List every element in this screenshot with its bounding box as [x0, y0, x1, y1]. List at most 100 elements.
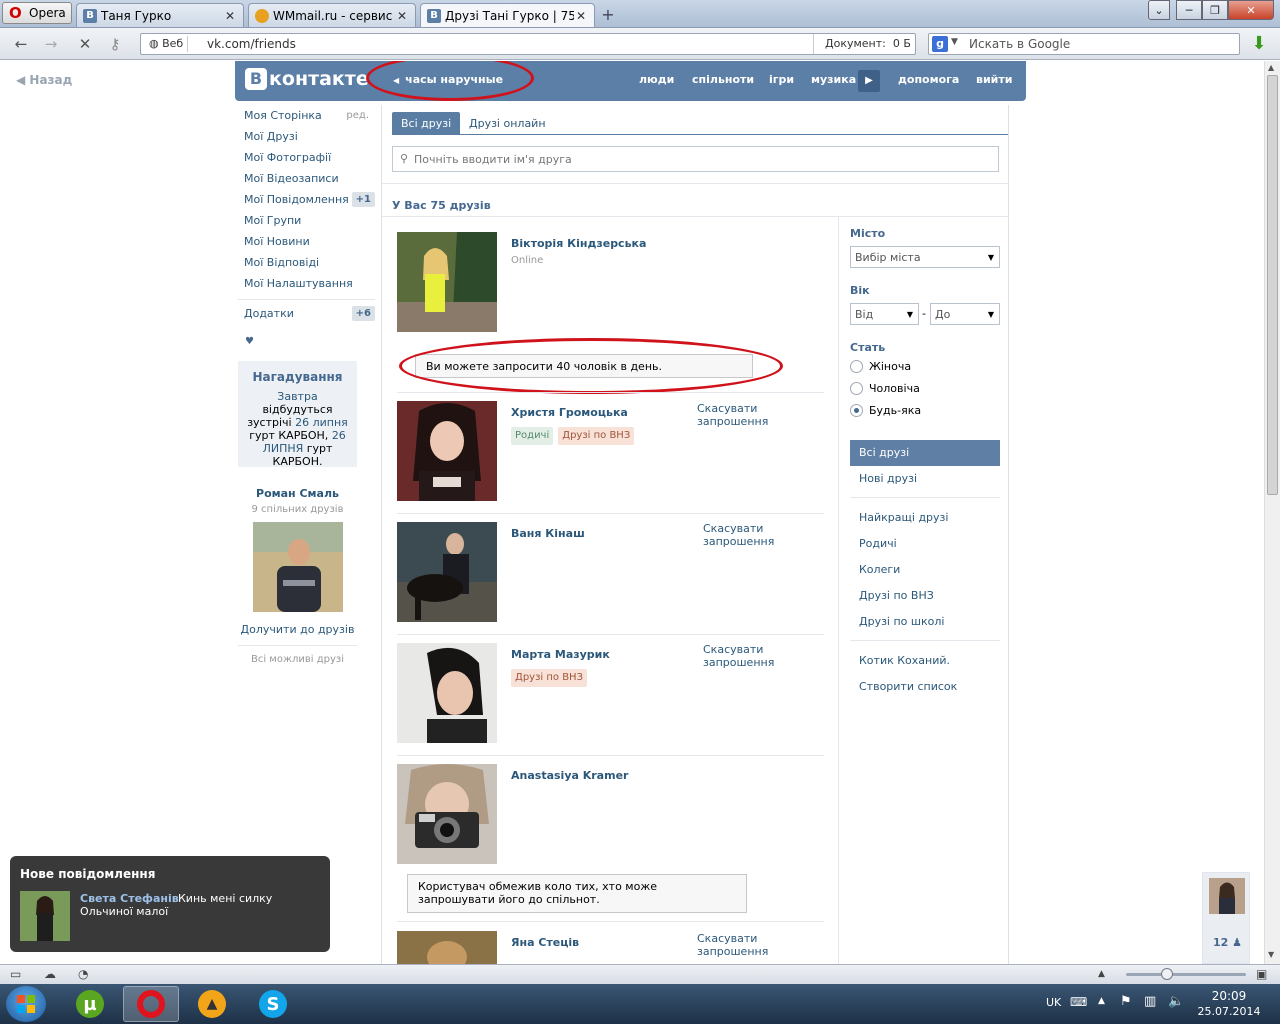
friend-name[interactable]: Ваня Кінаш	[511, 527, 585, 540]
network-icon[interactable]: ▥	[1144, 994, 1156, 1009]
reminder-when-link[interactable]: Завтра	[277, 390, 317, 403]
minimize-icon[interactable]: ─	[1176, 0, 1202, 20]
menu-communities[interactable]: спільноти	[692, 73, 754, 86]
restore-icon[interactable]: ❐	[1202, 0, 1228, 20]
browser-tab-tanya[interactable]: В Таня Гурко ✕	[76, 3, 244, 27]
nav-my-videos[interactable]: Мої Відеозаписи	[238, 168, 375, 189]
new-tab-plus-icon[interactable]: +	[598, 5, 618, 24]
browser-tab-wmmail[interactable]: WMmail.ru - сервис п... ✕	[248, 3, 416, 27]
menu-people[interactable]: люди	[639, 73, 674, 86]
address-field[interactable]: ◍ Веб vk.com/friends Документ: 0 Б	[140, 33, 916, 55]
back-arrow-icon[interactable]: ←	[10, 34, 32, 54]
nav-my-news[interactable]: Мої Новини	[238, 231, 375, 252]
play-icon[interactable]: ▶	[858, 70, 880, 92]
friend-photo[interactable]	[397, 232, 497, 332]
nav-my-groups[interactable]: Мої Групи	[238, 210, 375, 231]
add-friend-link[interactable]: Долучити до друзів	[238, 623, 357, 636]
menu-help[interactable]: допомога	[898, 73, 959, 86]
friend-photo[interactable]	[397, 522, 497, 622]
tab-close-icon[interactable]: ✕	[395, 9, 409, 23]
sex-any-radio[interactable]: Будь-яка	[850, 404, 921, 417]
list-school-friends[interactable]: Друзі по школі	[850, 609, 1000, 635]
edit-link[interactable]: ред.	[346, 105, 369, 126]
volume-icon[interactable]: 🔈	[1168, 994, 1184, 1009]
friend-photo[interactable]	[397, 764, 497, 864]
web-badge[interactable]: ◍ Веб	[145, 36, 189, 52]
triangle-up-icon[interactable]: ▲	[1098, 969, 1105, 979]
list-relatives[interactable]: Родичі	[850, 531, 1000, 557]
vk-logo[interactable]: В контакте	[245, 68, 369, 90]
aimp-taskbar-icon[interactable]: ▲	[184, 986, 240, 1022]
city-select[interactable]: Вибір міста ▼	[850, 246, 1000, 268]
search-field[interactable]: g ▼ Искать в Google	[928, 33, 1240, 55]
new-message-notification[interactable]: Нове повідомлення Света Стефанів Кинь ме…	[10, 856, 330, 952]
friend-photo[interactable]	[397, 931, 497, 964]
cancel-invitation-link[interactable]: Скасувати запрошення	[703, 643, 774, 669]
language-indicator[interactable]: UK	[1046, 996, 1061, 1009]
sender-avatar[interactable]	[20, 891, 70, 941]
chevron-down-icon[interactable]: ▼	[951, 37, 958, 47]
tab-list-chevron-icon[interactable]: ⌄	[1148, 0, 1170, 20]
list-custom[interactable]: Котик Коханий.	[850, 648, 1000, 674]
list-all-friends[interactable]: Всі друзі	[850, 440, 1000, 466]
tag-university-friends[interactable]: Друзі по ВНЗ	[558, 427, 635, 445]
scrollbar-thumb[interactable]	[1267, 75, 1278, 495]
opera-menu-button[interactable]: O Opera	[2, 2, 72, 24]
cancel-invitation-link[interactable]: Скасувати запрошення	[697, 402, 824, 428]
back-link[interactable]: ◀ Назад	[16, 73, 72, 87]
menu-games[interactable]: ігри	[769, 73, 794, 86]
nav-apps[interactable]: Додатки +6	[238, 303, 375, 324]
list-best-friends[interactable]: Найкращі друзі	[850, 505, 1000, 531]
friend-name[interactable]: Вікторія Кіндзерська	[511, 237, 646, 250]
start-button[interactable]	[6, 986, 46, 1022]
tab-friends-online[interactable]: Друзі онлайн	[460, 112, 555, 135]
nav-my-photos[interactable]: Мої Фотографії	[238, 147, 375, 168]
download-arrow-icon[interactable]: ⬇	[1248, 33, 1270, 55]
nav-my-friends[interactable]: Мої Друзі	[238, 126, 375, 147]
nav-my-messages[interactable]: Мої Повідомлення +1	[238, 189, 375, 210]
suggestion-name[interactable]: Роман Смаль	[238, 487, 357, 500]
tag-university-friends[interactable]: Друзі по ВНЗ	[511, 669, 587, 687]
utorrent-taskbar-icon[interactable]: µ	[62, 986, 118, 1022]
panel-toggle-icon[interactable]: ▭	[10, 967, 21, 981]
menu-music[interactable]: музика	[811, 73, 856, 86]
all-possible-friends-link[interactable]: Всі можливі друзі	[238, 654, 357, 665]
reminder-date-link[interactable]: 26 липня	[295, 416, 348, 429]
list-colleagues[interactable]: Колеги	[850, 557, 1000, 583]
flag-icon[interactable]: ⚑	[1120, 994, 1132, 1009]
cancel-invitation-link[interactable]: Скасувати запрошення	[703, 522, 774, 548]
key-icon[interactable]: ⚷	[104, 34, 126, 54]
tab-close-icon[interactable]: ✕	[574, 9, 588, 23]
list-new-friends[interactable]: Нові друзі	[850, 466, 1000, 492]
suggestion-photo[interactable]	[252, 522, 343, 612]
create-list-link[interactable]: Створити список	[850, 674, 1000, 700]
close-window-icon[interactable]: ✕	[1228, 0, 1274, 20]
zoom-slider-track[interactable]	[1126, 973, 1246, 976]
cloud-icon[interactable]: ☁	[44, 967, 56, 981]
friend-name[interactable]: Христя Громоцька	[511, 406, 628, 419]
sex-male-radio[interactable]: Чоловіча	[850, 382, 920, 395]
opera-taskbar-icon[interactable]	[123, 986, 179, 1022]
keyboard-icon[interactable]: ⌨	[1070, 995, 1087, 1009]
cancel-invitation-link[interactable]: Скасувати запрошення	[697, 932, 824, 958]
view-icon[interactable]: ▣	[1256, 967, 1267, 981]
browser-tab-friends[interactable]: В Друзі Тані Гурко | 75 д... ✕	[420, 3, 595, 27]
forward-arrow-icon[interactable]: →	[40, 34, 62, 54]
page-scrollbar[interactable]: ▲ ▼	[1264, 61, 1280, 964]
nav-my-answers[interactable]: Мої Відповіді	[238, 252, 375, 273]
menu-logout[interactable]: вийти	[976, 73, 1012, 86]
sex-female-radio[interactable]: Жіноча	[850, 360, 911, 373]
friend-search-input[interactable]: ⚲ Почніть вводити ім'я друга	[392, 146, 999, 172]
tag-relatives[interactable]: Родичі	[511, 427, 554, 445]
tab-all-friends[interactable]: Всі друзі	[392, 112, 461, 135]
skype-taskbar-icon[interactable]: S	[245, 986, 301, 1022]
friend-name[interactable]: Яна Стеців	[511, 936, 579, 949]
list-university-friends[interactable]: Друзі по ВНЗ	[850, 583, 1000, 609]
system-clock[interactable]: 20:09 25.07.2014	[1196, 989, 1262, 1019]
nav-my-page[interactable]: Моя Сторінка ред.	[238, 105, 375, 126]
scroll-up-icon[interactable]: ▲	[1268, 63, 1274, 72]
tab-close-icon[interactable]: ✕	[223, 9, 237, 23]
tray-expand-icon[interactable]: ▲	[1098, 996, 1105, 1006]
friend-photo[interactable]	[397, 401, 497, 501]
friend-photo[interactable]	[397, 643, 497, 743]
